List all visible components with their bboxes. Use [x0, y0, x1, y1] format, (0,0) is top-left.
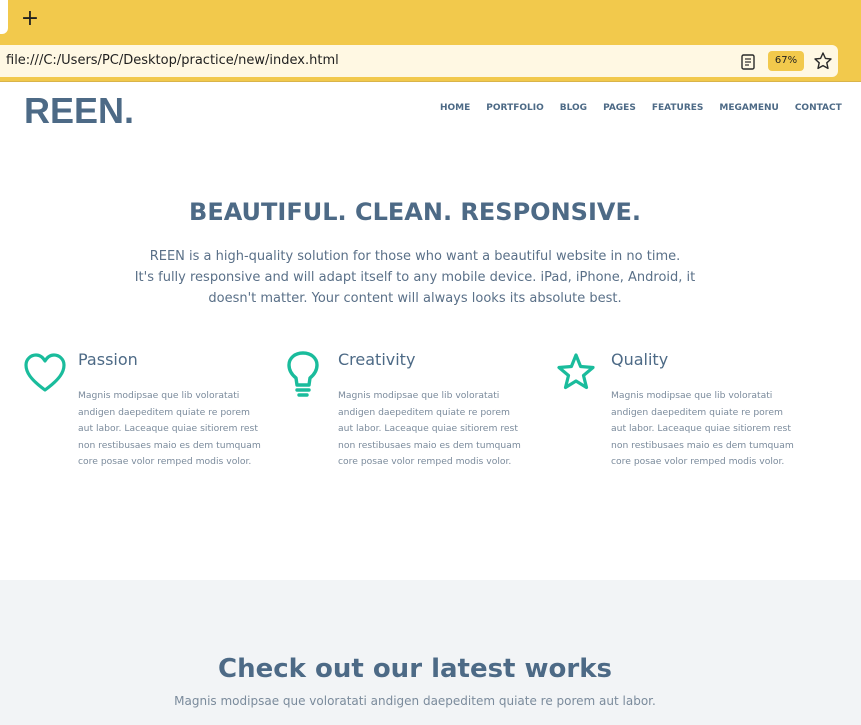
hero-description: REEN is a high-quality solution for thos…: [130, 246, 700, 309]
lightbulb-icon: [287, 351, 319, 397]
feature-text-line: aut labor. Laceaque quiae sitiorem rest: [611, 423, 791, 435]
feature-title: Passion: [78, 350, 138, 369]
reader-view-icon[interactable]: [739, 53, 757, 71]
feature-text-line: non restibusaes maio es dem tumquam: [78, 439, 261, 451]
nav-item-portfolio[interactable]: PORTFOLIO: [486, 103, 543, 113]
feature-text-line: core posae volor remped modis volor.: [78, 456, 252, 468]
nav-item-megamenu[interactable]: MEGAMENU: [719, 103, 778, 113]
feature-text-line: Magnis modipsae que lib voloratati: [338, 390, 500, 401]
feature-text-line: andigen daepeditem quiate re porem: [78, 406, 250, 418]
feature-text-line: core posae volor remped modis volor.: [338, 456, 512, 468]
hero-description-line: doesn't matter. Your content will always…: [208, 291, 622, 306]
site-logo[interactable]: REEN.: [24, 90, 134, 132]
new-tab-button[interactable]: +: [20, 7, 40, 31]
feature-text-line: Magnis modipsae que lib voloratati: [78, 390, 240, 401]
feature-text: Magnis modipsae que lib voloratati andig…: [611, 388, 801, 471]
browser-tab[interactable]: [0, 0, 8, 34]
feature-text-line: non restibusaes maio es dem tumquam: [338, 439, 521, 451]
nav-item-home[interactable]: HOME: [440, 103, 470, 113]
nav-item-pages[interactable]: PAGES: [603, 103, 636, 113]
nav-item-features[interactable]: FEATURES: [652, 103, 704, 113]
star-icon[interactable]: [813, 51, 833, 71]
feature-text-line: aut labor. Laceaque quiae sitiorem rest: [338, 423, 518, 435]
latest-works-section: Check out our latest works Magnis modips…: [0, 580, 861, 725]
feature-text-line: aut labor. Laceaque quiae sitiorem rest: [78, 423, 258, 435]
nav-item-contact[interactable]: CONTACT: [795, 103, 842, 113]
works-title: Check out our latest works: [217, 654, 613, 684]
feature-text: Magnis modipsae que lib voloratati andig…: [78, 388, 268, 471]
browser-tabstrip: +: [0, 0, 861, 40]
heart-icon: [24, 353, 66, 392]
feature-title: Creativity: [338, 350, 416, 369]
hero-description-line: It's fully responsive and will adapt its…: [134, 270, 696, 285]
hero-description-line: REEN is a high-quality solution for thos…: [149, 249, 681, 264]
url-text[interactable]: file:///C:/Users/PC/Desktop/practice/new…: [6, 53, 339, 68]
hero-title: BEAUTIFUL. CLEAN. RESPONSIVE.: [189, 198, 641, 226]
feature-text-line: andigen daepeditem quiate re porem: [611, 406, 783, 418]
feature-text-line: Magnis modipsae que lib voloratati: [611, 390, 773, 401]
feature-text-line: non restibusaes maio es dem tumquam: [611, 439, 794, 451]
main-nav: HOME PORTFOLIO BLOG PAGES FEATURES MEGAM…: [440, 103, 858, 113]
browser-toolbar: file:///C:/Users/PC/Desktop/practice/new…: [0, 40, 861, 82]
feature-text-line: andigen daepeditem quiate re porem: [338, 406, 510, 418]
feature-title: Quality: [611, 350, 669, 369]
star-icon: [557, 353, 595, 390]
zoom-indicator[interactable]: 67%: [768, 51, 804, 71]
chrome-divider: [0, 81, 861, 82]
nav-item-blog[interactable]: BLOG: [560, 103, 587, 113]
works-subtitle: Magnis modipsae que voloratati andigen d…: [174, 694, 656, 708]
feature-text: Magnis modipsae que lib voloratati andig…: [338, 388, 528, 471]
feature-text-line: core posae volor remped modis volor.: [611, 456, 785, 468]
address-bar[interactable]: file:///C:/Users/PC/Desktop/practice/new…: [0, 45, 838, 77]
